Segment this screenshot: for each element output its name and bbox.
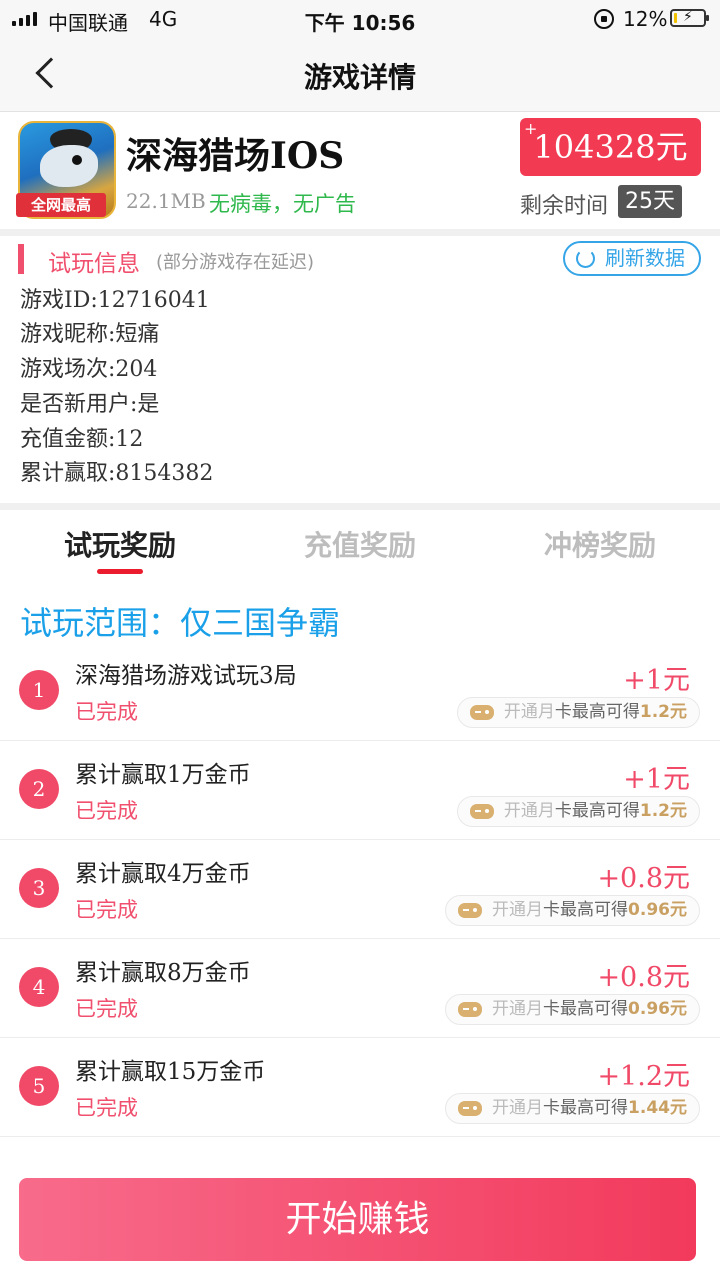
bonus-amount: 1.2元 — [639, 801, 687, 821]
monthly-card-bonus[interactable]: 开通月卡最高可得1.2元 — [456, 796, 700, 827]
task-number: 5 — [19, 1066, 59, 1106]
best-price-badge: 全网最高 — [16, 193, 106, 217]
task-number: 4 — [19, 967, 59, 1007]
task-status: 已完成 — [75, 1096, 138, 1120]
game-header: 全网最高 深海猎场IOS 22.1MB 无病毒，无广告 + 104328元 剩余… — [0, 113, 720, 229]
task-item: 2 累计赢取1万金币 已完成 +1元 开通月卡最高可得1.2元 — [0, 741, 720, 840]
bonus-prefix: 开通月 — [492, 1098, 544, 1118]
gamepad-icon — [458, 1002, 483, 1017]
info-recharge: 充值金额:12 — [20, 427, 144, 452]
gamepad-icon — [458, 903, 483, 918]
info-total-won: 累计赢取:8154382 — [20, 461, 214, 486]
tab-trial-reward[interactable]: 试玩奖励 — [0, 524, 240, 564]
section-marker — [18, 244, 24, 274]
trial-info-title: 试玩信息 — [48, 251, 140, 277]
task-status: 已完成 — [75, 898, 138, 922]
gamepad-icon — [469, 705, 494, 720]
bonus-text: 卡最高可得 — [543, 900, 629, 920]
info-nickname: 游戏昵称:短痛 — [20, 322, 160, 347]
task-status: 已完成 — [75, 997, 138, 1021]
bonus-text: 卡最高可得 — [543, 999, 629, 1019]
active-tab-indicator — [97, 569, 143, 574]
task-status: 已完成 — [75, 799, 138, 823]
gamepad-icon — [458, 1101, 483, 1116]
reward-tabs: 试玩奖励 充值奖励 冲榜奖励 — [0, 512, 720, 584]
bonus-prefix: 开通月 — [503, 702, 555, 722]
game-size: 22.1MB — [126, 189, 206, 213]
trial-scope: 试玩范围：仅三国争霸 — [20, 604, 341, 642]
task-number: 2 — [19, 769, 59, 809]
page-title: 游戏详情 — [303, 61, 416, 94]
bonus-amount: 0.96元 — [628, 900, 687, 920]
bonus-text: 卡最高可得 — [554, 801, 640, 821]
charging-icon: ⚡ — [683, 9, 693, 25]
task-list[interactable]: 1 深海猎场游戏试玩3局 已完成 +1元 开通月卡最高可得1.2元 2 累计赢取… — [0, 642, 720, 1162]
tab-recharge-reward[interactable]: 充值奖励 — [240, 524, 480, 564]
bonus-prefix: 开通月 — [492, 999, 544, 1019]
task-reward: +0.8元 — [597, 863, 690, 894]
task-item: 1 深海猎场游戏试玩3局 已完成 +1元 开通月卡最高可得1.2元 — [0, 642, 720, 741]
bonus-amount: 0.96元 — [628, 999, 687, 1019]
trial-info-section: 试玩信息 (部分游戏存在延迟) 刷新数据 游戏ID:12716041 游戏昵称:… — [0, 236, 720, 504]
bonus-text: 卡最高可得 — [543, 1098, 629, 1118]
battery-fill — [674, 13, 678, 23]
task-name: 累计赢取4万金币 — [75, 861, 251, 887]
price-plus-sign: + — [524, 119, 538, 138]
section-divider — [0, 229, 720, 236]
nav-bar: 游戏详情 — [0, 38, 720, 112]
trial-info-note: (部分游戏存在延迟) — [156, 252, 315, 273]
total-reward-amount: 104328元 — [533, 128, 688, 166]
refresh-icon — [576, 249, 595, 268]
task-item: 4 累计赢取8万金币 已完成 +0.8元 开通月卡最高可得0.96元 — [0, 939, 720, 1038]
task-name: 累计赢取15万金币 — [75, 1059, 266, 1085]
battery-percent: 12% — [623, 7, 668, 31]
task-reward: +1.2元 — [597, 1061, 690, 1092]
bonus-amount: 1.2元 — [639, 702, 687, 722]
remaining-days: 25天 — [618, 185, 682, 218]
task-name: 累计赢取8万金币 — [75, 960, 251, 986]
task-name: 累计赢取1万金币 — [75, 762, 251, 788]
bonus-amount: 1.44元 — [628, 1098, 687, 1118]
refresh-data-button[interactable]: 刷新数据 — [563, 241, 701, 276]
monthly-card-bonus[interactable]: 开通月卡最高可得1.44元 — [445, 1093, 700, 1124]
monthly-card-bonus[interactable]: 开通月卡最高可得1.2元 — [456, 697, 700, 728]
rotation-lock-icon — [594, 9, 614, 29]
task-item: 5 累计赢取15万金币 已完成 +1.2元 开通月卡最高可得1.44元 — [0, 1038, 720, 1137]
start-earning-button[interactable]: 开始赚钱 — [19, 1178, 696, 1261]
task-reward: +1元 — [623, 764, 690, 795]
bonus-prefix: 开通月 — [492, 900, 544, 920]
tab-ranking-reward[interactable]: 冲榜奖励 — [480, 524, 720, 564]
task-number: 1 — [19, 670, 59, 710]
task-status: 已完成 — [75, 700, 138, 724]
task-number: 3 — [19, 868, 59, 908]
gamepad-icon — [469, 804, 494, 819]
refresh-data-label: 刷新数据 — [605, 246, 685, 270]
task-reward: +0.8元 — [597, 962, 690, 993]
info-rounds: 游戏场次:204 — [20, 357, 158, 382]
game-safety-tags: 无病毒，无广告 — [209, 192, 356, 216]
monthly-card-bonus[interactable]: 开通月卡最高可得0.96元 — [445, 895, 700, 926]
bonus-text: 卡最高可得 — [554, 702, 640, 722]
info-new-user: 是否新用户:是 — [20, 392, 160, 417]
section-divider — [0, 503, 720, 510]
game-name: 深海猎场IOS — [126, 135, 345, 177]
bonus-prefix: 开通月 — [503, 801, 555, 821]
task-name: 深海猎场游戏试玩3局 — [75, 663, 297, 689]
info-game-id: 游戏ID:12716041 — [20, 288, 210, 313]
task-reward: +1元 — [623, 665, 690, 696]
total-reward-badge: + 104328元 — [520, 118, 701, 176]
task-item: 3 累计赢取4万金币 已完成 +0.8元 开通月卡最高可得0.96元 — [0, 840, 720, 939]
remaining-time-label: 剩余时间 — [520, 194, 609, 219]
battery-icon: ⚡ — [670, 9, 709, 27]
monthly-card-bonus[interactable]: 开通月卡最高可得0.96元 — [445, 994, 700, 1025]
status-bar: 中国联通 4G 下午 10:56 12% ⚡ — [0, 0, 720, 38]
